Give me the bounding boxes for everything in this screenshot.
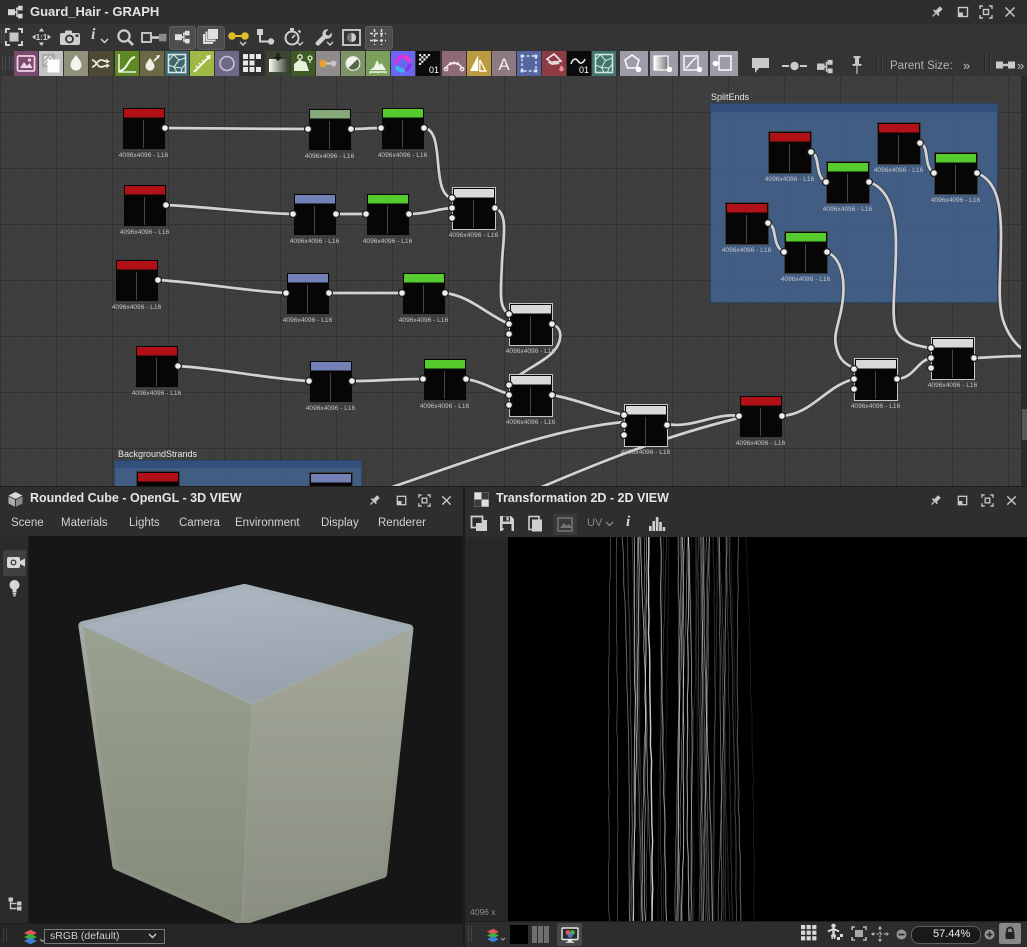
svg-text:4096x4096 - L16: 4096x4096 - L16 xyxy=(283,317,333,324)
svg-text:4096x4096 - L16: 4096x4096 - L16 xyxy=(931,197,981,204)
svg-text:1:1: 1:1 xyxy=(36,33,48,42)
svg-text:4096x4096 - L16: 4096x4096 - L16 xyxy=(112,304,162,311)
svg-text:4096x4096 - L16: 4096x4096 - L16 xyxy=(363,238,413,245)
svg-text:SplitEnds: SplitEnds xyxy=(711,92,750,102)
svg-text:01: 01 xyxy=(429,65,439,75)
svg-text:4096x4096 - L16: 4096x4096 - L16 xyxy=(420,403,470,410)
svg-text:4096x4096 - L16: 4096x4096 - L16 xyxy=(765,176,815,183)
svg-text:BackgroundStrands: BackgroundStrands xyxy=(118,449,198,459)
svg-text:4096x4096 - L16: 4096x4096 - L16 xyxy=(132,390,182,397)
svg-text:4096x4096 - L16: 4096x4096 - L16 xyxy=(874,167,924,174)
svg-text:A: A xyxy=(498,55,510,74)
svg-text:4096x4096 - L16: 4096x4096 - L16 xyxy=(306,405,356,412)
svg-text:4096x4096 - L16: 4096x4096 - L16 xyxy=(506,419,556,426)
svg-text:4096x4096 - L16: 4096x4096 - L16 xyxy=(290,238,340,245)
svg-text:4096x4096 - L16: 4096x4096 - L16 xyxy=(119,152,169,159)
svg-text:4096x4096 - L16: 4096x4096 - L16 xyxy=(399,317,449,324)
svg-text:4096x4096 - L16: 4096x4096 - L16 xyxy=(621,449,671,456)
svg-text:4096x4096 - L16: 4096x4096 - L16 xyxy=(851,403,901,410)
svg-text:4096x4096 - L16: 4096x4096 - L16 xyxy=(928,382,978,389)
svg-text:4096x4096 - L16: 4096x4096 - L16 xyxy=(449,232,499,239)
svg-text:4096x4096 - L16: 4096x4096 - L16 xyxy=(823,206,873,213)
svg-text:4096x4096 - L16: 4096x4096 - L16 xyxy=(120,229,170,236)
svg-text:4096x4096 - L16: 4096x4096 - L16 xyxy=(781,276,831,283)
svg-text:01: 01 xyxy=(579,65,589,75)
svg-text:4096x4096 - L16: 4096x4096 - L16 xyxy=(736,440,786,447)
svg-text:4096x4096 - L16: 4096x4096 - L16 xyxy=(506,348,556,355)
svg-text:4096x4096 - L16: 4096x4096 - L16 xyxy=(722,247,772,254)
svg-text:4096x4096 - L16: 4096x4096 - L16 xyxy=(305,153,355,160)
svg-text:4096x4096 - L16: 4096x4096 - L16 xyxy=(378,152,428,159)
